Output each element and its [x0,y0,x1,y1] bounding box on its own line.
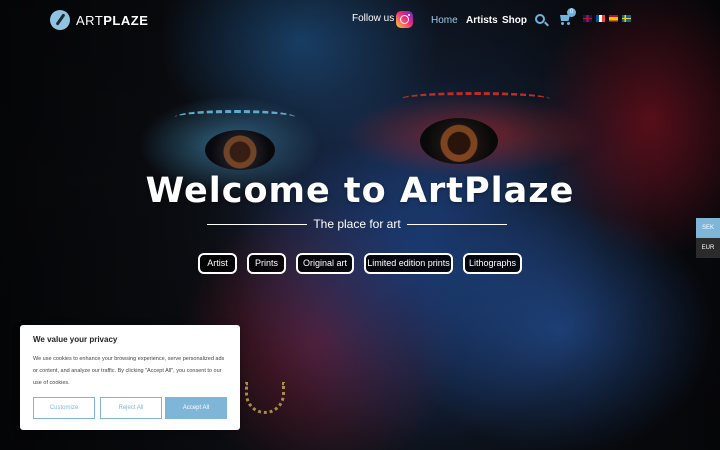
category-lithographs-button[interactable]: Lithographs [463,253,522,274]
nav-shop[interactable]: Shop [502,15,527,26]
instagram-icon[interactable] [396,11,413,28]
uk-flag-icon[interactable] [583,15,592,22]
site-header: ARTPLAZE Follow us on Home Artists Shop … [0,0,720,40]
hero-subtitle: The place for art [313,217,401,231]
left-eye [205,130,275,170]
category-artist-button[interactable]: Artist [198,253,237,274]
search-icon[interactable] [535,14,545,24]
logo-text-light: ART [76,12,104,28]
hero-subtitle-row: The place for art [207,216,507,232]
category-original-art-button[interactable]: Original art [296,253,354,274]
nav-home[interactable]: Home [431,15,458,26]
es-flag-icon[interactable] [609,15,618,22]
currency-eur-tab[interactable]: EUR [696,238,720,258]
nose-ring [245,382,285,414]
logo-text: ARTPLAZE [76,13,148,28]
logo-text-bold: PLAZE [103,12,149,28]
accept-all-button[interactable]: Accept All [165,397,227,419]
cookie-consent-banner: We value your privacy We use cookies to … [20,325,240,430]
left-eyelashes [175,110,295,124]
divider-right [406,223,507,225]
cookie-text: We use cookies to enhance your browsing … [33,356,225,386]
cookie-title: We value your privacy [33,335,118,344]
right-eye [420,118,498,164]
se-flag-icon[interactable] [622,15,631,22]
reject-all-button[interactable]: Reject All [100,397,162,419]
brush-logo-icon [50,10,70,30]
cart-count-badge: 0 [567,8,576,17]
customize-button[interactable]: Customize [33,397,95,419]
fr-flag-icon[interactable] [596,15,605,22]
cookie-buttons: Customize Reject All Accept All [33,397,227,419]
divider-left [207,223,308,225]
right-eyelashes [400,92,550,106]
nav-artists[interactable]: Artists [466,15,498,26]
category-prints-button[interactable]: Prints [247,253,286,274]
currency-sek-tab[interactable]: SEK [696,218,720,238]
site-logo[interactable]: ARTPLAZE [50,10,148,30]
hero-title: Welcome to ArtPlaze [145,171,575,211]
category-limited-edition-prints-button[interactable]: Limited edition prints [364,253,453,274]
